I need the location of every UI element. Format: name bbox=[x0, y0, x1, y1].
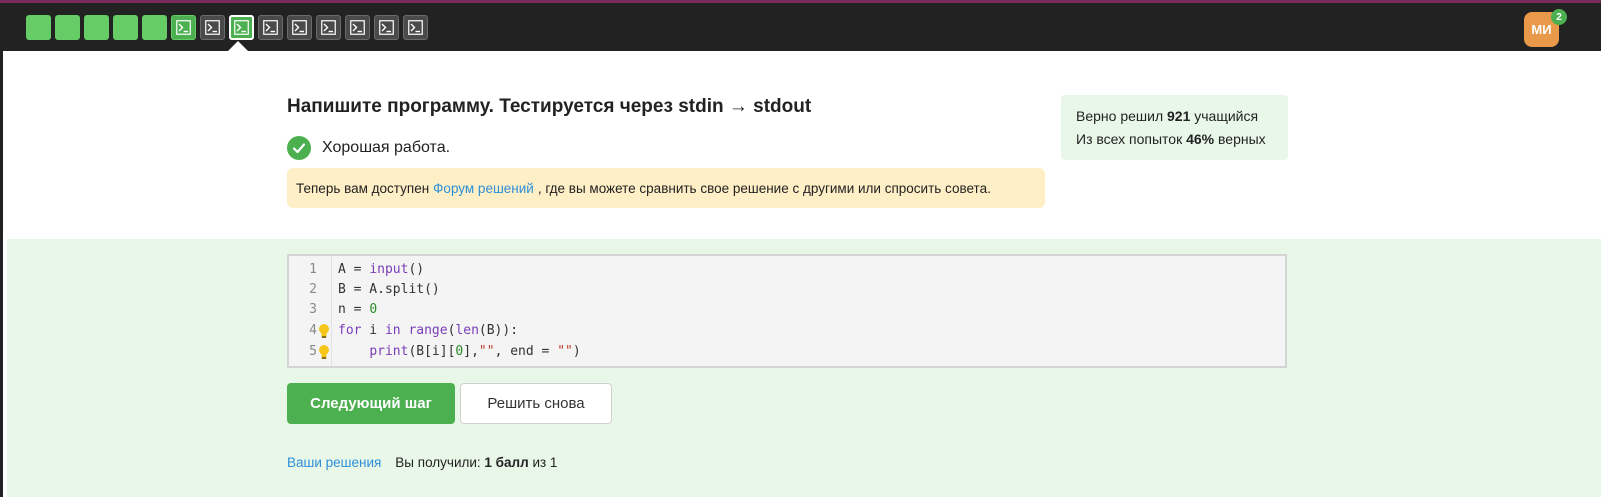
lesson-step-5[interactable] bbox=[142, 15, 167, 40]
correct-prefix: Из всех попыток bbox=[1076, 131, 1183, 147]
check-circle-icon bbox=[287, 136, 311, 160]
correct-percent: 46% bbox=[1186, 131, 1215, 147]
lesson-step-7[interactable] bbox=[200, 15, 225, 40]
terminal-icon bbox=[321, 20, 336, 35]
lesson-step-3[interactable] bbox=[84, 15, 109, 40]
terminal-icon bbox=[292, 20, 307, 35]
forum-link[interactable]: Форум решений bbox=[433, 181, 534, 196]
lesson-step-8[interactable] bbox=[229, 15, 254, 40]
line-gutter: 1 2 3 4 5 bbox=[289, 256, 332, 366]
code-line-1[interactable]: A = input() bbox=[338, 260, 424, 280]
left-edge bbox=[0, 51, 3, 497]
success-status: Хорошая работа. bbox=[287, 136, 450, 160]
notice-prefix: Теперь вам доступен bbox=[296, 180, 430, 196]
score-prefix: Вы получили: bbox=[395, 455, 481, 470]
your-solutions-link[interactable]: Ваши решения bbox=[287, 455, 381, 470]
solved-count: 921 bbox=[1167, 108, 1191, 124]
terminal-icon bbox=[176, 20, 191, 35]
next-step-button[interactable]: Следующий шаг bbox=[287, 383, 455, 424]
lesson-step-2[interactable] bbox=[55, 15, 80, 40]
code-line-2[interactable]: B = A.split() bbox=[338, 280, 440, 300]
terminal-icon bbox=[205, 20, 220, 35]
submission-footer: Ваши решения Вы получили: 1 балл из 1 bbox=[287, 455, 557, 470]
terminal-icon bbox=[379, 20, 394, 35]
line-number: 2 bbox=[309, 282, 317, 297]
lesson-step-12[interactable] bbox=[345, 15, 370, 40]
score-text: Вы получили: 1 балл из 1 bbox=[395, 455, 557, 470]
lesson-step-10[interactable] bbox=[287, 15, 312, 40]
stats-panel: Верно решил 921 учащийся Из всех попыток… bbox=[1061, 95, 1288, 160]
correct-stat: Из всех попыток 46% верных bbox=[1076, 128, 1273, 151]
line-number: 3 bbox=[309, 302, 317, 317]
solved-stat: Верно решил 921 учащийся bbox=[1076, 105, 1273, 128]
score-suffix: из 1 bbox=[532, 455, 558, 470]
code-line-4[interactable]: for i in range(len(B)): bbox=[338, 321, 518, 341]
line-number: 4 bbox=[309, 323, 317, 338]
terminal-icon bbox=[350, 20, 365, 35]
line-number: 5 bbox=[309, 344, 317, 359]
line-number: 1 bbox=[309, 262, 317, 277]
notice-suffix: , где вы можете сравнить свое решение с … bbox=[537, 180, 991, 196]
terminal-icon bbox=[234, 20, 249, 35]
task-title: Напишите программу. Тестируется через st… bbox=[287, 96, 812, 117]
success-text: Хорошая работа. bbox=[322, 139, 451, 156]
lesson-steps bbox=[26, 15, 428, 40]
lesson-step-9[interactable] bbox=[258, 15, 283, 40]
solved-prefix: Верно решил bbox=[1076, 108, 1164, 124]
terminal-icon bbox=[263, 20, 278, 35]
lightbulb-icon[interactable] bbox=[317, 321, 331, 341]
lesson-step-4[interactable] bbox=[113, 15, 138, 40]
current-step-pointer bbox=[228, 41, 248, 51]
code-editor[interactable]: 1 2 3 4 5 A = input() B = A.split() n = 0 fo… bbox=[287, 254, 1287, 368]
terminal-icon bbox=[408, 20, 423, 35]
lesson-step-6[interactable] bbox=[171, 15, 196, 40]
lesson-step-14[interactable] bbox=[403, 15, 428, 40]
solve-again-button[interactable]: Решить снова bbox=[460, 383, 612, 424]
correct-suffix: верных bbox=[1218, 131, 1266, 147]
code-line-3[interactable]: n = 0 bbox=[338, 300, 377, 320]
score-value: 1 балл bbox=[484, 455, 529, 470]
code-line-5[interactable]: print(B[i][0],"", end = "") bbox=[338, 342, 580, 362]
forum-notice: Теперь вам доступен Форум решений , где … bbox=[287, 168, 1045, 208]
lesson-step-1[interactable] bbox=[26, 15, 51, 40]
solved-suffix: учащийся bbox=[1194, 108, 1259, 124]
lightbulb-icon[interactable] bbox=[317, 342, 331, 362]
lesson-step-11[interactable] bbox=[316, 15, 341, 40]
notification-badge: 2 bbox=[1551, 9, 1567, 25]
lesson-step-13[interactable] bbox=[374, 15, 399, 40]
